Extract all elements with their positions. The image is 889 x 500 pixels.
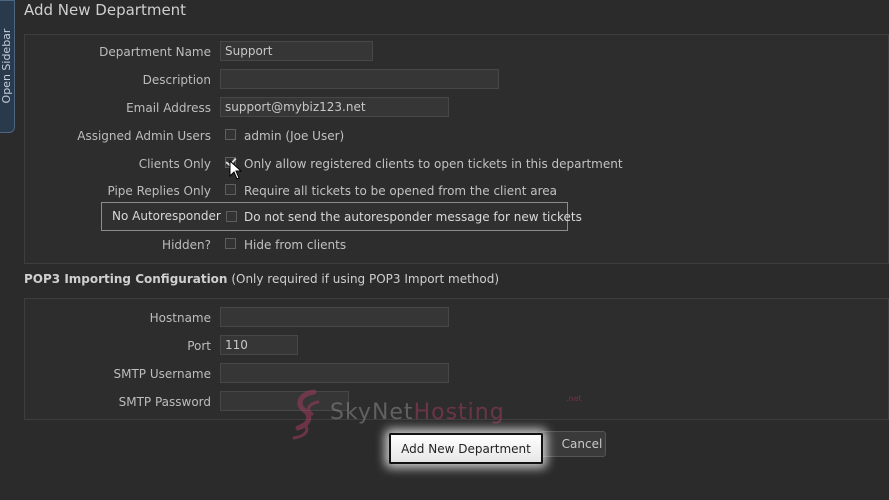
hidden-row: Hidden? Hide from clients — [25, 234, 888, 256]
description-row: Description — [25, 69, 888, 91]
mouse-cursor-icon — [229, 160, 243, 180]
port-input[interactable]: 110 — [220, 335, 298, 355]
smtp-username-input[interactable] — [220, 363, 449, 383]
clients-only-row: Clients Only Only allow registered clien… — [25, 153, 888, 175]
cancel-button[interactable]: Cancel — [540, 431, 606, 457]
hidden-label: Hidden? — [162, 238, 211, 252]
pop3-heading-note: (Only required if using POP3 Import meth… — [231, 272, 500, 286]
clients-only-text: Only allow registered clients to open ti… — [244, 157, 623, 171]
department-name-label: Department Name — [99, 45, 211, 59]
pop3-heading-title: POP3 Importing Configuration — [24, 272, 228, 286]
email-label: Email Address — [126, 101, 211, 115]
hidden-text: Hide from clients — [244, 238, 347, 252]
no-autoresponder-text: Do not send the autoresponder message fo… — [244, 210, 582, 224]
department-name-row: Department Name Support — [25, 41, 888, 63]
port-label: Port — [187, 339, 211, 353]
page-title: Add New Department — [24, 1, 187, 19]
admin-users-label: Assigned Admin Users — [77, 129, 211, 143]
department-name-input[interactable]: Support — [220, 41, 373, 61]
no-autoresponder-checkbox[interactable] — [226, 211, 237, 222]
watermark-text-b: Hosting — [413, 400, 505, 425]
port-row: Port 110 — [25, 335, 888, 357]
pipe-replies-row: Pipe Replies Only Require all tickets to… — [25, 180, 888, 202]
hostname-input[interactable] — [220, 307, 449, 327]
open-sidebar-tab[interactable]: Open Sidebar — [0, 0, 15, 133]
pipe-replies-checkbox[interactable] — [225, 184, 236, 195]
admin-user-checkbox[interactable] — [225, 129, 236, 140]
no-autoresponder-label: No Autoresponder — [112, 209, 221, 223]
hostname-row: Hostname — [25, 307, 888, 329]
pipe-replies-text: Require all tickets to be opened from th… — [244, 184, 557, 198]
no-autoresponder-row: No Autoresponder Do not send the autores… — [101, 202, 582, 231]
hidden-checkbox[interactable] — [225, 238, 236, 249]
smtp-username-label: SMTP Username — [113, 367, 211, 381]
skynet-hosting-watermark: SkyNetHosting .net — [290, 388, 582, 447]
email-input[interactable]: support@mybiz123.net — [220, 97, 449, 117]
description-label: Description — [142, 73, 211, 87]
smtp-username-row: SMTP Username — [25, 363, 888, 385]
watermark-text-a: SkyNet — [330, 400, 414, 425]
watermark-text: SkyNetHosting — [330, 400, 505, 425]
admin-users-row: Assigned Admin Users admin (Joe User) — [25, 125, 888, 147]
skynet-logo-icon — [292, 389, 320, 440]
description-input[interactable] — [220, 69, 499, 89]
add-new-department-button[interactable]: Add New Department — [389, 433, 543, 464]
hostname-label: Hostname — [149, 311, 211, 325]
smtp-password-label: SMTP Password — [118, 395, 211, 409]
clients-only-label: Clients Only — [138, 157, 211, 171]
admin-user-option: admin (Joe User) — [244, 129, 345, 143]
email-row: Email Address support@mybiz123.net — [25, 97, 888, 119]
pop3-section-heading: POP3 Importing Configuration (Only requi… — [24, 272, 499, 286]
watermark-suffix: .net — [566, 394, 582, 403]
pipe-replies-label: Pipe Replies Only — [107, 184, 211, 198]
open-sidebar-label: Open Sidebar — [0, 28, 13, 104]
